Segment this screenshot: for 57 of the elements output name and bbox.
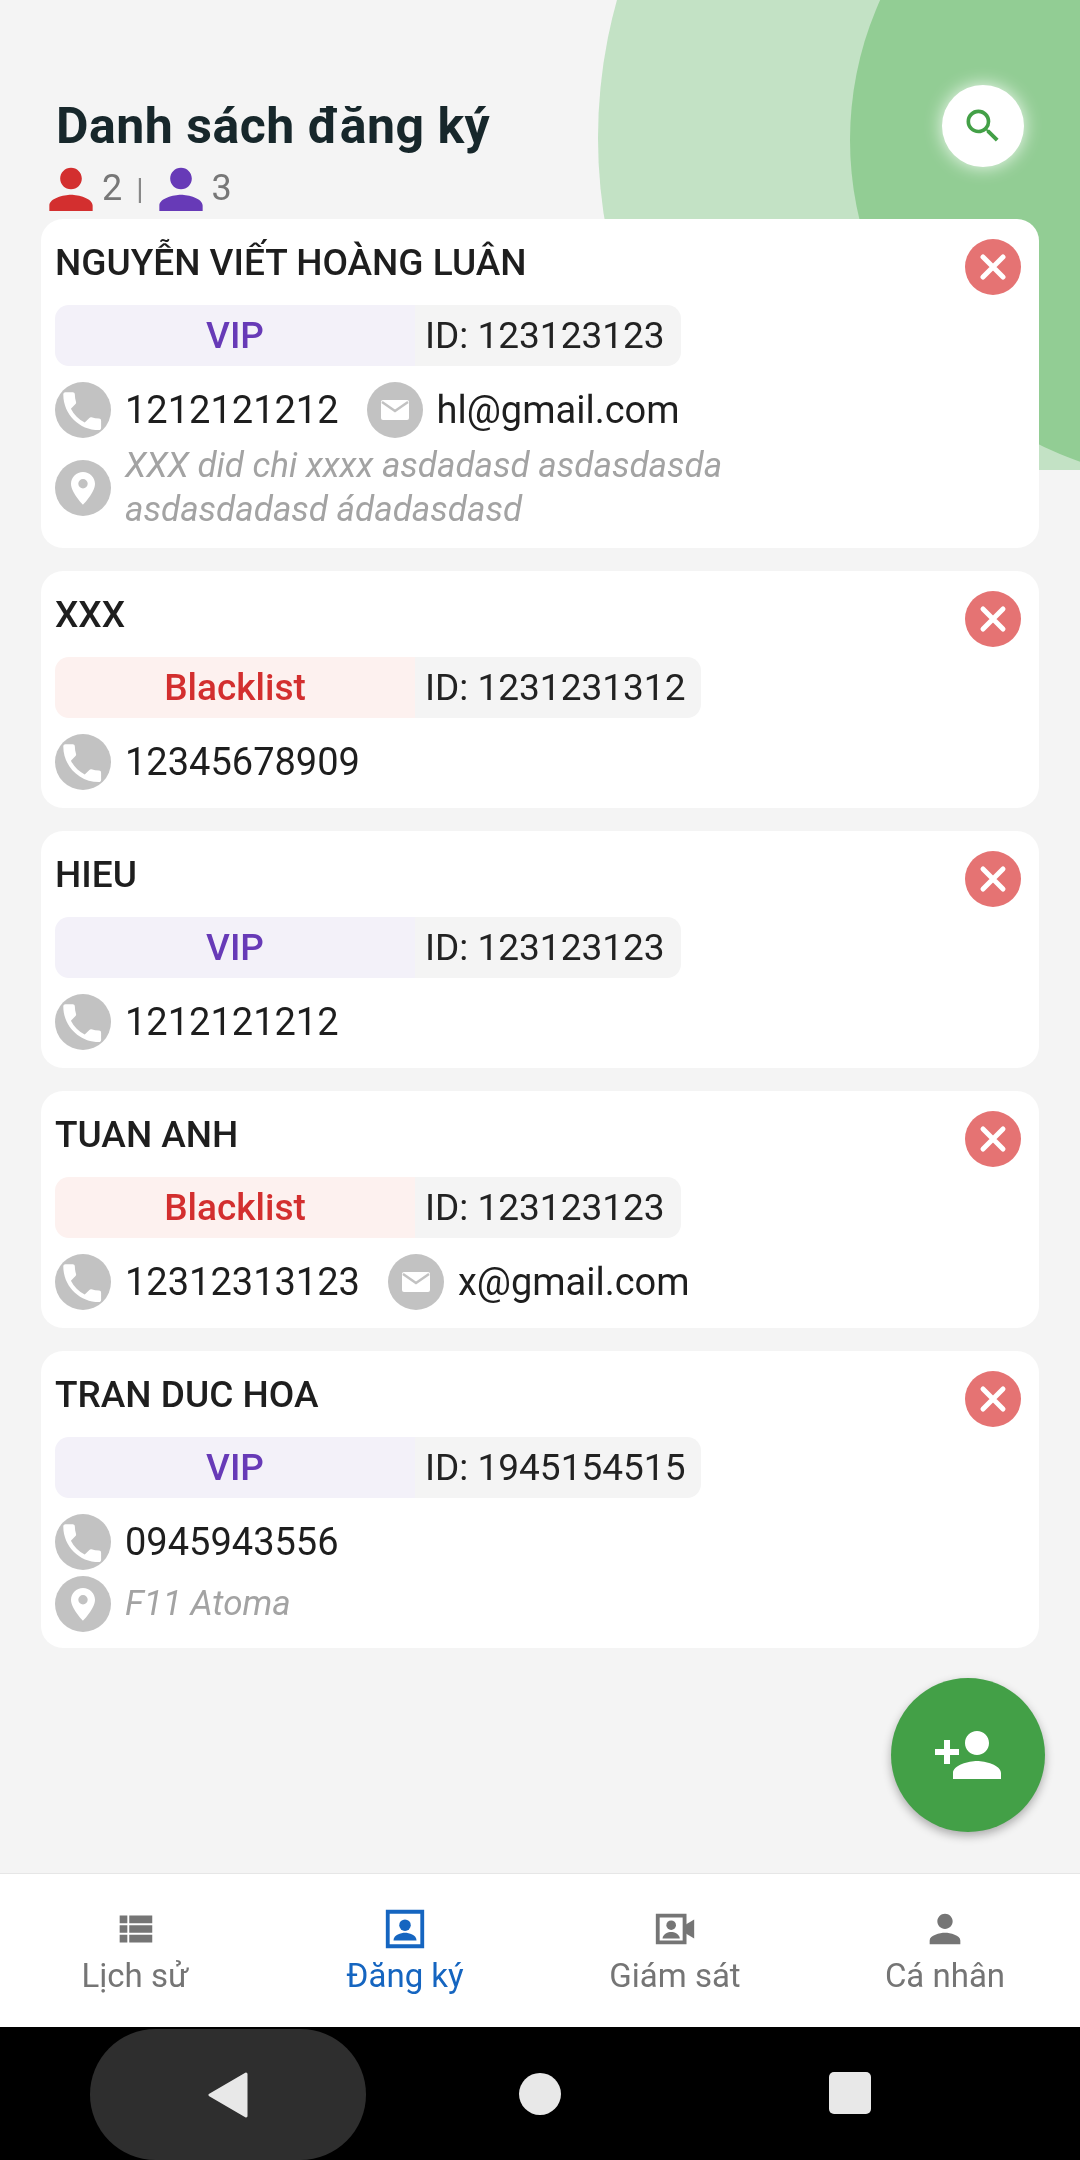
status-tag: VIP — [55, 917, 415, 978]
location-pin-icon — [55, 460, 111, 516]
id-label: ID: 123123123 — [415, 1177, 681, 1238]
contact-card[interactable]: XXX Blacklist ID: 1231231312 12345678909 — [41, 571, 1039, 808]
delete-button[interactable] — [965, 851, 1021, 907]
separator: | — [136, 169, 144, 208]
nav-tab[interactable]: Cá nhân — [810, 1874, 1080, 2027]
address-text: F11 Atoma — [125, 1582, 292, 1626]
id-label: ID: 1231231312 — [415, 657, 702, 718]
phone-icon — [55, 1514, 111, 1570]
contact-name: TUAN ANH — [55, 1112, 239, 1158]
delete-button[interactable] — [965, 239, 1021, 295]
contact-name: XXX — [55, 592, 126, 638]
contact-card[interactable]: HIEU VIP ID: 123123123 1212121212 — [41, 831, 1039, 1068]
id-label: ID: 123123123 — [415, 917, 681, 978]
contact-card[interactable]: NGUYỄN VIẾT HOÀNG LUÂN VIP ID: 123123123 1212121212 hl@gmail.com XXX did chi xxxx asdadasd asdasdasda asdasdadasd ádadasdasd — [41, 219, 1039, 548]
email-address: x@gmail.com — [457, 1258, 690, 1306]
email-address: hl@gmail.com — [436, 386, 680, 434]
status-tag: VIP — [55, 305, 415, 366]
mail-icon — [366, 382, 423, 438]
contact-name: TRAN DUC HOA — [55, 1372, 319, 1418]
phone-number: 1212121212 — [125, 386, 339, 434]
phone-number: 12345678909 — [125, 738, 360, 786]
address-text: XXX did chi xxxx asdadasd asdasdasda asdasdadasd ádadasdasd — [125, 444, 724, 532]
status-tag: Blacklist — [55, 657, 415, 718]
phone-icon — [55, 994, 111, 1050]
close-icon — [978, 604, 1008, 634]
mail-icon — [387, 1254, 444, 1310]
delete-button[interactable] — [965, 1111, 1021, 1167]
home-button[interactable] — [519, 2073, 561, 2115]
phone-icon — [55, 1254, 111, 1310]
delete-button[interactable] — [965, 591, 1021, 647]
phone-number: 1212121212 — [125, 998, 339, 1046]
close-icon — [978, 252, 1008, 282]
status-tag: Blacklist — [55, 1177, 415, 1238]
contact-card[interactable]: TUAN ANH Blacklist ID: 123123123 12312313123 x@gmail.com — [41, 1091, 1039, 1328]
count-text: 3 — [211, 166, 232, 211]
id-label: ID: 123123123 — [415, 305, 681, 366]
nav-tab[interactable]: Giám sát — [540, 1874, 810, 2027]
close-icon — [978, 1124, 1008, 1154]
contact-card[interactable]: TRAN DUC HOA VIP ID: 1945154515 0945943556 F11 Atoma — [41, 1351, 1039, 1648]
count-text: 2 — [102, 166, 123, 211]
nav-tab[interactable]: Đăng ký — [270, 1874, 540, 2027]
delete-button[interactable] — [965, 1371, 1021, 1427]
status-tag: VIP — [55, 1437, 415, 1498]
phone-icon — [55, 382, 111, 438]
location-pin-icon — [55, 1576, 111, 1632]
close-icon — [978, 864, 1008, 894]
nav-tab[interactable]: Lịch sử — [0, 1874, 270, 2027]
phone-number: 0945943556 — [125, 1518, 339, 1566]
contact-name: NGUYỄN VIẾT HOÀNG LUÂN — [55, 239, 527, 286]
close-icon — [978, 1384, 1008, 1414]
phone-number: 12312313123 — [125, 1258, 360, 1306]
contact-name: HIEU — [55, 852, 137, 898]
id-label: ID: 1945154515 — [415, 1437, 702, 1498]
phone-icon — [55, 734, 111, 790]
back-icon — [208, 2071, 248, 2118]
